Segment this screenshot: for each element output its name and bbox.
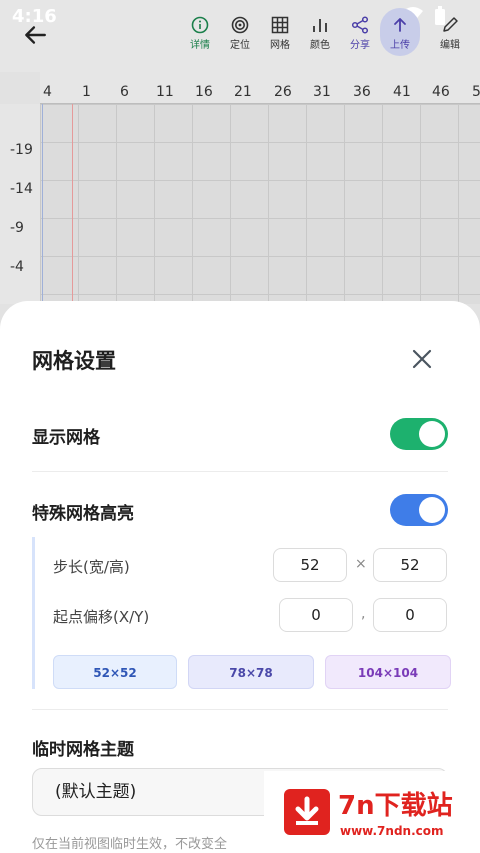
pencil-icon: [443, 17, 458, 32]
offset-label: 起点偏移(X/Y): [53, 608, 150, 626]
ruler-tick: 41: [393, 84, 411, 100]
step-width-input[interactable]: 52: [273, 548, 347, 582]
show-grid-label: 显示网格: [32, 428, 100, 448]
ruler-tick: 4: [43, 84, 52, 100]
theme-hint: 仅在当前视图临时生效，不改变全: [32, 837, 228, 852]
tool-locate-label: 定位: [230, 40, 250, 51]
theme-label: 临时网格主题: [32, 740, 134, 760]
preset-button-52[interactable]: 52×52: [53, 655, 177, 689]
ruler-tick: 5: [472, 84, 480, 100]
toggle-knob: [419, 497, 445, 523]
show-grid-toggle[interactable]: [390, 418, 448, 450]
ruler-tick: 16: [195, 84, 213, 100]
upload-icon: [394, 18, 406, 32]
info-icon: [191, 16, 209, 34]
step-height-input[interactable]: 52: [373, 548, 447, 582]
offset-x-input[interactable]: 0: [279, 598, 353, 632]
highlight-options: 步长(宽/高) 52 × 52 起点偏移(X/Y) 0 , 0 52×52 78…: [32, 537, 451, 689]
ruler-tick: -9: [10, 220, 24, 236]
ruler-left: -19 -14 -9 -4: [0, 104, 40, 304]
ruler-tick: -4: [10, 259, 24, 275]
ruler-tick: 1: [82, 84, 91, 100]
step-label: 步长(宽/高): [53, 558, 130, 576]
tool-locate[interactable]: 定位: [220, 14, 260, 56]
ruler-tick: -14: [10, 181, 33, 197]
grid-canvas[interactable]: [40, 104, 480, 304]
ruler-tick: 36: [353, 84, 371, 100]
ruler-tick: 21: [234, 84, 252, 100]
axis-line: [42, 104, 43, 304]
highlight-line: [72, 104, 73, 304]
tool-grid-label: 网格: [270, 40, 290, 51]
ruler-tick: 31: [313, 84, 331, 100]
divider: [32, 709, 448, 710]
ruler-tick: 46: [432, 84, 450, 100]
preset-button-104[interactable]: 104×104: [325, 655, 451, 689]
top-app-bar: 4:16 详情 定位 网格 颜色 分享 上传 编辑: [0, 0, 480, 72]
preset-button-78[interactable]: 78×78: [188, 655, 314, 689]
tool-grid[interactable]: 网格: [260, 14, 300, 56]
offset-separator: ,: [361, 606, 366, 622]
toolbar: 详情 定位 网格 颜色 分享 上传 编辑: [180, 8, 470, 56]
tool-edit-label: 编辑: [440, 40, 460, 51]
step-separator: ×: [355, 556, 367, 572]
target-icon: [231, 16, 249, 34]
watermark-url: www.7ndn.com: [340, 824, 444, 838]
watermark: 7n下载站 www.7ndn.com: [264, 771, 480, 853]
ruler-tick: 6: [120, 84, 129, 100]
ruler-tick: 11: [156, 84, 174, 100]
download-logo-icon: [284, 789, 330, 835]
tool-upload[interactable]: 上传: [380, 8, 420, 56]
tool-edit[interactable]: 编辑: [430, 14, 470, 56]
bar-chart-icon: [313, 19, 327, 32]
share-icon: [351, 16, 369, 34]
tool-share-label: 分享: [350, 40, 370, 51]
grid-icon: [271, 16, 289, 34]
divider: [32, 471, 448, 472]
watermark-text: 7n下载站: [338, 791, 453, 821]
special-highlight-toggle[interactable]: [390, 494, 448, 526]
ruler-tick: -19: [10, 142, 33, 158]
tool-share[interactable]: 分享: [340, 14, 380, 56]
tool-details-label: 详情: [190, 40, 210, 51]
tool-color-label: 颜色: [310, 40, 330, 51]
sheet-title: 网格设置: [32, 349, 116, 373]
tool-color[interactable]: 颜色: [300, 14, 340, 56]
special-highlight-label: 特殊网格高亮: [32, 504, 134, 524]
tool-details[interactable]: 详情: [180, 14, 220, 56]
close-icon[interactable]: [410, 347, 434, 371]
ruler-tick: 26: [274, 84, 292, 100]
ruler-top: 4 1 6 11 16 21 26 31 36 41 46 5: [40, 72, 480, 104]
toggle-knob: [419, 421, 445, 447]
tool-upload-label: 上传: [390, 40, 410, 51]
offset-y-input[interactable]: 0: [373, 598, 447, 632]
back-arrow-icon[interactable]: [22, 22, 48, 48]
